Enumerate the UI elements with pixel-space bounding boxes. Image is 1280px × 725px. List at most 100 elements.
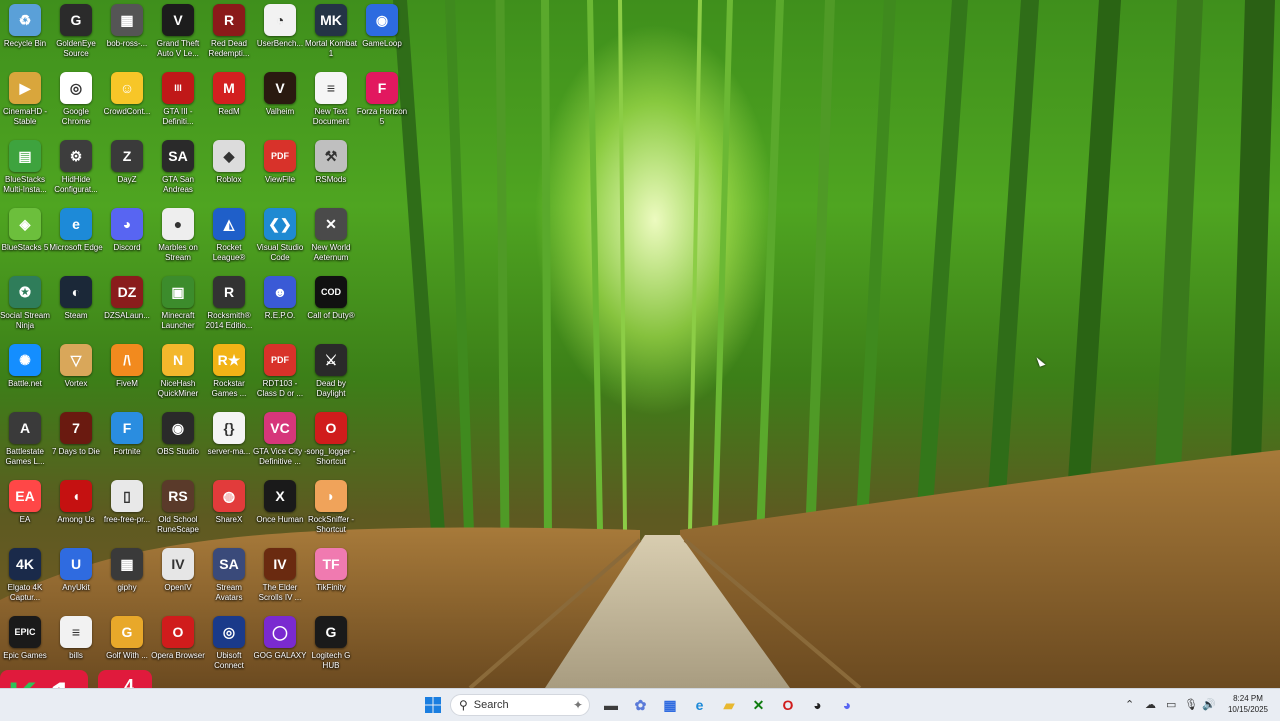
desktop-shortcut[interactable]: G GoldenEye Source (51, 4, 101, 70)
desktop-shortcut[interactable]: ◉ OBS Studio (153, 412, 203, 478)
desktop-shortcut-label: New World Aeternum (311, 243, 351, 262)
copilot-icon[interactable]: ✿ (630, 694, 652, 716)
desktop-shortcut[interactable]: RS Old School RuneScape (153, 480, 203, 546)
desktop-shortcut[interactable]: F Forza Horizon 5 (357, 72, 407, 138)
desktop-shortcut[interactable]: A Battlestate Games L... (0, 412, 50, 478)
desktop-shortcut-label: Epic Games (3, 651, 47, 660)
desktop-shortcut[interactable]: ◆ Roblox (204, 140, 254, 206)
start-button[interactable] (422, 694, 444, 716)
hidhide-icon: ⚙ (60, 140, 92, 172)
desktop-shortcut[interactable]: ◭ Rocket League® (204, 208, 254, 274)
desktop-shortcut[interactable]: R Rocksmith® 2014 Editio... (204, 276, 254, 342)
desktop-shortcut[interactable]: ▦ giphy (102, 548, 152, 614)
desktop-shortcut[interactable]: Z DayZ (102, 140, 152, 206)
desktop-shortcut[interactable]: Osong_logger - Shortcut (306, 412, 356, 478)
desktop-shortcut[interactable]: ◐ Steam (51, 276, 101, 342)
desktop-shortcut[interactable]: VC GTA Vice City - Definitive ... (253, 412, 307, 478)
desktop-shortcut[interactable]: ▯ free-free-pr... (102, 480, 152, 546)
desktop-shortcut[interactable]: ≡ New Text Document (306, 72, 356, 138)
desktop-shortcut[interactable]: ▤ BlueStacks Multi-Insta... (0, 140, 50, 206)
desktop-shortcut[interactable]: R Red Dead Redempti... (204, 4, 254, 70)
desktop-shortcut[interactable]: {} server-ma... (204, 412, 254, 478)
desktop-shortcut-label: bob-ross-... (106, 39, 148, 48)
desktop-shortcut[interactable]: MK Mortal Kombat 1 (305, 4, 357, 70)
desktop-shortcut[interactable]: ◗ RockSniffer - Shortcut (306, 480, 356, 546)
desktop-shortcut[interactable]: ☺ CrowdCont... (102, 72, 152, 138)
desktop-shortcut[interactable]: ◕ Discord (102, 208, 152, 274)
repo-icon: ☻ (264, 276, 296, 308)
desktop-shortcut[interactable]: ● Marbles on Stream (153, 208, 203, 274)
desktop-shortcut-label: Social Stream Ninja (0, 311, 50, 330)
gta-iii-icon: III (162, 72, 194, 104)
desktop-shortcut[interactable]: G Logitech G HUB (306, 616, 356, 682)
volume-icon[interactable]: 🔊 (1202, 698, 1216, 711)
desktop-shortcut[interactable]: ✕ New World Aeternum (306, 208, 356, 274)
desktop-shortcut[interactable]: SA Stream Avatars (204, 548, 254, 614)
opera-icon[interactable]: O (777, 694, 799, 716)
onedrive-icon[interactable]: ☁ (1145, 698, 1156, 711)
desktop-shortcut[interactable]: R★ Rockstar Games ... (204, 344, 254, 410)
desktop-shortcut[interactable]: SA GTA San Andreas (153, 140, 203, 206)
desktop-shortcut[interactable]: PDF ViewFile (255, 140, 305, 206)
desktop-shortcut[interactable]: ◖ Among Us (51, 480, 101, 546)
nicehash-icon: N (162, 344, 194, 376)
show-hidden-icons-chevron-icon[interactable]: ⌃ (1125, 698, 1134, 711)
desktop-shortcut[interactable]: ◍ ShareX (204, 480, 254, 546)
userbenchmark-icon: ◔ (264, 4, 296, 36)
desktop-shortcut[interactable]: ◎ Google Chrome (51, 72, 101, 138)
microphone-icon[interactable]: 🎙 (1184, 698, 1198, 711)
desktop-shortcut[interactable]: 7 7 Days to Die (51, 412, 101, 478)
discord-icon[interactable]: ◕ (836, 694, 858, 716)
desktop-shortcut[interactable]: O Opera Browser (151, 616, 205, 682)
desktop-shortcut[interactable]: /\ FiveM (102, 344, 152, 410)
desktop-shortcut[interactable]: ▣ Minecraft Launcher (153, 276, 203, 342)
desktop-shortcut[interactable]: N NiceHash QuickMiner (153, 344, 203, 410)
store-icon[interactable]: ▦ (659, 694, 681, 716)
desktop-shortcut[interactable]: V Valheim (255, 72, 305, 138)
dzsa-icon: DZ (111, 276, 143, 308)
desktop-shortcut[interactable]: EA EA (0, 480, 50, 546)
folder-icon[interactable]: ▰ (718, 694, 740, 716)
edge-icon[interactable]: e (689, 694, 711, 716)
anyukit-icon: U (60, 548, 92, 580)
desktop-shortcut[interactable]: F Fortnite (102, 412, 152, 478)
desktop-shortcut[interactable]: TF TikFinity (306, 548, 356, 614)
desktop-shortcut[interactable]: PDF RDT103 - Class D or ... (255, 344, 305, 410)
desktop-shortcut[interactable]: ✺ Battle.net (0, 344, 50, 410)
app-icon[interactable]: ◕ (807, 694, 829, 716)
desktop-shortcut[interactable]: ⚒ RSMods (306, 140, 356, 206)
desktop-shortcut[interactable]: ☻ R.E.P.O. (255, 276, 305, 342)
desktop-shortcut[interactable]: COD Call of Duty® (306, 276, 356, 342)
taskbar-clock[interactable]: 8:24 PM 10/15/2025 (1222, 693, 1274, 715)
desktop-shortcut[interactable]: M RedM (204, 72, 254, 138)
desktop-shortcut[interactable]: IV The Elder Scrolls IV ... (255, 548, 305, 614)
desktop-shortcut[interactable]: ◔ UserBench... (255, 4, 305, 70)
desktop-shortcut[interactable]: e Microsoft Edge (49, 208, 103, 274)
desktop-shortcut[interactable]: ⚙ HidHide Configurat... (51, 140, 101, 206)
network-icon[interactable]: ▭ (1166, 698, 1176, 711)
desktop-shortcut[interactable]: ▦ bob-ross-... (102, 4, 152, 70)
desktop-shortcut[interactable]: ◈ BlueStacks 5 (0, 208, 50, 274)
desktop-shortcut[interactable]: ▶ CinemaHD - Stable (0, 72, 50, 138)
red-dead-icon: R (213, 4, 245, 36)
desktop-shortcut[interactable]: ❮❯ Visual Studio Code (255, 208, 305, 274)
desktop-shortcut[interactable]: X Once Human (255, 480, 305, 546)
desktop-shortcut[interactable]: 4K Elgato 4K Captur... (0, 548, 50, 614)
taskbar-search[interactable]: ⚲ Search ✦ (450, 694, 590, 716)
desktop-shortcut[interactable]: ▽ Vortex (51, 344, 101, 410)
tikfinity-icon: TF (315, 548, 347, 580)
desktop-shortcut[interactable]: ◯ GOG GALAXY (254, 616, 306, 682)
desktop-shortcut[interactable]: ◉ GameLoop (357, 4, 407, 70)
desktop-shortcut[interactable]: ♻ Recycle Bin (0, 4, 50, 70)
file-explorer-icon[interactable]: ▬ (600, 694, 622, 716)
desktop-shortcut-label: HidHide Configurat... (54, 175, 98, 194)
desktop-shortcut[interactable]: ◎ Ubisoft Connect (204, 616, 254, 682)
desktop-shortcut[interactable]: U AnyUkit (51, 548, 101, 614)
desktop-shortcut[interactable]: IV OpenIV (153, 548, 203, 614)
desktop-shortcut[interactable]: DZ DZSALaun... (102, 276, 152, 342)
desktop-shortcut[interactable]: ✪ Social Stream Ninja (0, 276, 50, 342)
desktop-shortcut[interactable]: ⚔ Dead by Daylight (306, 344, 356, 410)
desktop-shortcut[interactable]: III GTA III - Definiti... (153, 72, 203, 138)
desktop-shortcut[interactable]: V Grand Theft Auto V Le... (153, 4, 203, 70)
xbox-icon[interactable]: ✕ (748, 694, 770, 716)
